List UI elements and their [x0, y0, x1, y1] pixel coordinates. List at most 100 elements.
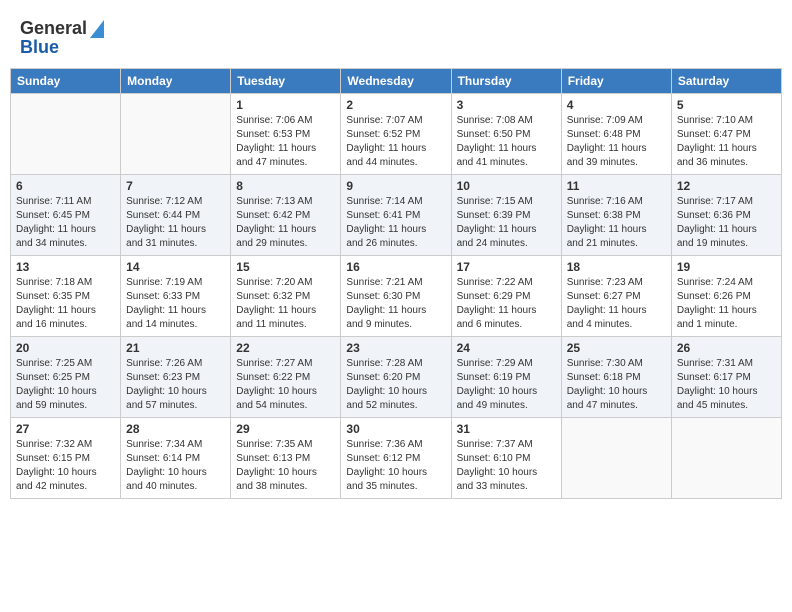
- day-number: 11: [567, 179, 666, 193]
- day-header-friday: Friday: [561, 69, 671, 94]
- day-info: Sunrise: 7:10 AM Sunset: 6:47 PM Dayligh…: [677, 114, 776, 170]
- day-number: 2: [346, 98, 445, 112]
- day-number: 23: [346, 341, 445, 355]
- day-number: 12: [677, 179, 776, 193]
- calendar-cell: 3 Sunrise: 7:08 AM Sunset: 6:50 PM Daylig…: [451, 94, 561, 175]
- calendar-cell: 21 Sunrise: 7:26 AM Sunset: 6:23 PM Dayli…: [121, 337, 231, 418]
- day-number: 6: [16, 179, 115, 193]
- day-info: Sunrise: 7:34 AM Sunset: 6:14 PM Dayligh…: [126, 438, 225, 494]
- calendar-cell: 30 Sunrise: 7:36 AM Sunset: 6:12 PM Dayli…: [341, 418, 451, 499]
- day-info: Sunrise: 7:20 AM Sunset: 6:32 PM Dayligh…: [236, 276, 335, 332]
- day-info: Sunrise: 7:30 AM Sunset: 6:18 PM Dayligh…: [567, 357, 666, 413]
- calendar-cell: 31 Sunrise: 7:37 AM Sunset: 6:10 PM Dayli…: [451, 418, 561, 499]
- calendar-table: SundayMondayTuesdayWednesdayThursdayFrid…: [10, 68, 782, 499]
- day-info: Sunrise: 7:22 AM Sunset: 6:29 PM Dayligh…: [457, 276, 556, 332]
- day-number: 5: [677, 98, 776, 112]
- logo-general: General: [20, 18, 87, 39]
- calendar-cell: [671, 418, 781, 499]
- day-info: Sunrise: 7:23 AM Sunset: 6:27 PM Dayligh…: [567, 276, 666, 332]
- week-row-1: 1 Sunrise: 7:06 AM Sunset: 6:53 PM Daylig…: [11, 94, 782, 175]
- day-info: Sunrise: 7:09 AM Sunset: 6:48 PM Dayligh…: [567, 114, 666, 170]
- day-number: 1: [236, 98, 335, 112]
- week-row-2: 6 Sunrise: 7:11 AM Sunset: 6:45 PM Daylig…: [11, 175, 782, 256]
- day-number: 30: [346, 422, 445, 436]
- day-info: Sunrise: 7:21 AM Sunset: 6:30 PM Dayligh…: [346, 276, 445, 332]
- day-number: 22: [236, 341, 335, 355]
- day-info: Sunrise: 7:28 AM Sunset: 6:20 PM Dayligh…: [346, 357, 445, 413]
- calendar-cell: 5 Sunrise: 7:10 AM Sunset: 6:47 PM Daylig…: [671, 94, 781, 175]
- calendar-cell: 4Sunrise: 7:09 AM Sunset: 6:48 PM Daylig…: [561, 94, 671, 175]
- week-row-5: 27 Sunrise: 7:32 AM Sunset: 6:15 PM Dayli…: [11, 418, 782, 499]
- day-header-wednesday: Wednesday: [341, 69, 451, 94]
- day-number: 25: [567, 341, 666, 355]
- calendar-cell: [11, 94, 121, 175]
- day-number: 31: [457, 422, 556, 436]
- day-info: Sunrise: 7:11 AM Sunset: 6:45 PM Dayligh…: [16, 195, 115, 251]
- calendar-cell: [561, 418, 671, 499]
- calendar-cell: 6 Sunrise: 7:11 AM Sunset: 6:45 PM Daylig…: [11, 175, 121, 256]
- calendar-cell: 10Sunrise: 7:15 AM Sunset: 6:39 PM Dayli…: [451, 175, 561, 256]
- day-number: 8: [236, 179, 335, 193]
- day-number: 16: [346, 260, 445, 274]
- day-info: Sunrise: 7:31 AM Sunset: 6:17 PM Dayligh…: [677, 357, 776, 413]
- calendar-cell: 13Sunrise: 7:18 AM Sunset: 6:35 PM Dayli…: [11, 256, 121, 337]
- day-info: Sunrise: 7:06 AM Sunset: 6:53 PM Dayligh…: [236, 114, 335, 170]
- calendar-header-row: SundayMondayTuesdayWednesdayThursdayFrid…: [11, 69, 782, 94]
- day-number: 21: [126, 341, 225, 355]
- day-info: Sunrise: 7:19 AM Sunset: 6:33 PM Dayligh…: [126, 276, 225, 332]
- day-number: 10: [457, 179, 556, 193]
- calendar-cell: 17 Sunrise: 7:22 AM Sunset: 6:29 PM Dayli…: [451, 256, 561, 337]
- day-info: Sunrise: 7:36 AM Sunset: 6:12 PM Dayligh…: [346, 438, 445, 494]
- week-row-3: 13Sunrise: 7:18 AM Sunset: 6:35 PM Dayli…: [11, 256, 782, 337]
- week-row-4: 20Sunrise: 7:25 AM Sunset: 6:25 PM Dayli…: [11, 337, 782, 418]
- day-info: Sunrise: 7:35 AM Sunset: 6:13 PM Dayligh…: [236, 438, 335, 494]
- day-info: Sunrise: 7:27 AM Sunset: 6:22 PM Dayligh…: [236, 357, 335, 413]
- day-number: 19: [677, 260, 776, 274]
- day-info: Sunrise: 7:18 AM Sunset: 6:35 PM Dayligh…: [16, 276, 115, 332]
- calendar-cell: 26 Sunrise: 7:31 AM Sunset: 6:17 PM Dayli…: [671, 337, 781, 418]
- calendar-cell: 2 Sunrise: 7:07 AM Sunset: 6:52 PM Daylig…: [341, 94, 451, 175]
- calendar-cell: 7 Sunrise: 7:12 AM Sunset: 6:44 PM Daylig…: [121, 175, 231, 256]
- day-number: 28: [126, 422, 225, 436]
- day-number: 3: [457, 98, 556, 112]
- day-number: 14: [126, 260, 225, 274]
- day-number: 15: [236, 260, 335, 274]
- day-info: Sunrise: 7:12 AM Sunset: 6:44 PM Dayligh…: [126, 195, 225, 251]
- calendar-cell: 11Sunrise: 7:16 AM Sunset: 6:38 PM Dayli…: [561, 175, 671, 256]
- day-header-monday: Monday: [121, 69, 231, 94]
- day-info: Sunrise: 7:07 AM Sunset: 6:52 PM Dayligh…: [346, 114, 445, 170]
- calendar-cell: 24Sunrise: 7:29 AM Sunset: 6:19 PM Dayli…: [451, 337, 561, 418]
- day-info: Sunrise: 7:26 AM Sunset: 6:23 PM Dayligh…: [126, 357, 225, 413]
- calendar-cell: 25 Sunrise: 7:30 AM Sunset: 6:18 PM Dayli…: [561, 337, 671, 418]
- day-header-tuesday: Tuesday: [231, 69, 341, 94]
- day-info: Sunrise: 7:13 AM Sunset: 6:42 PM Dayligh…: [236, 195, 335, 251]
- calendar-cell: 23 Sunrise: 7:28 AM Sunset: 6:20 PM Dayli…: [341, 337, 451, 418]
- calendar-cell: 22 Sunrise: 7:27 AM Sunset: 6:22 PM Dayli…: [231, 337, 341, 418]
- day-number: 18: [567, 260, 666, 274]
- calendar-cell: [121, 94, 231, 175]
- day-number: 20: [16, 341, 115, 355]
- day-header-sunday: Sunday: [11, 69, 121, 94]
- calendar-cell: 1 Sunrise: 7:06 AM Sunset: 6:53 PM Daylig…: [231, 94, 341, 175]
- day-number: 24: [457, 341, 556, 355]
- day-number: 17: [457, 260, 556, 274]
- day-number: 9: [346, 179, 445, 193]
- calendar-cell: 9Sunrise: 7:14 AM Sunset: 6:41 PM Daylig…: [341, 175, 451, 256]
- day-number: 7: [126, 179, 225, 193]
- day-info: Sunrise: 7:17 AM Sunset: 6:36 PM Dayligh…: [677, 195, 776, 251]
- day-number: 27: [16, 422, 115, 436]
- day-info: Sunrise: 7:24 AM Sunset: 6:26 PM Dayligh…: [677, 276, 776, 332]
- day-info: Sunrise: 7:32 AM Sunset: 6:15 PM Dayligh…: [16, 438, 115, 494]
- calendar-cell: 8 Sunrise: 7:13 AM Sunset: 6:42 PM Daylig…: [231, 175, 341, 256]
- day-header-thursday: Thursday: [451, 69, 561, 94]
- day-info: Sunrise: 7:08 AM Sunset: 6:50 PM Dayligh…: [457, 114, 556, 170]
- day-info: Sunrise: 7:37 AM Sunset: 6:10 PM Dayligh…: [457, 438, 556, 494]
- calendar-cell: 27 Sunrise: 7:32 AM Sunset: 6:15 PM Dayli…: [11, 418, 121, 499]
- logo-blue: Blue: [20, 37, 59, 58]
- calendar-cell: 19 Sunrise: 7:24 AM Sunset: 6:26 PM Dayli…: [671, 256, 781, 337]
- day-number: 26: [677, 341, 776, 355]
- calendar-cell: 15 Sunrise: 7:20 AM Sunset: 6:32 PM Dayli…: [231, 256, 341, 337]
- calendar-cell: 16 Sunrise: 7:21 AM Sunset: 6:30 PM Dayli…: [341, 256, 451, 337]
- calendar-cell: 20Sunrise: 7:25 AM Sunset: 6:25 PM Dayli…: [11, 337, 121, 418]
- calendar-cell: 29Sunrise: 7:35 AM Sunset: 6:13 PM Dayli…: [231, 418, 341, 499]
